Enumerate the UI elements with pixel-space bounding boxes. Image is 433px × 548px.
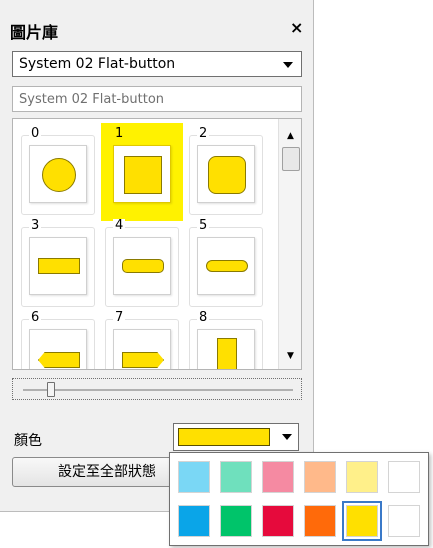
color-swatch[interactable] xyxy=(220,505,252,537)
scroll-up-icon[interactable]: ▲ xyxy=(287,131,294,141)
gallery-item-preview xyxy=(197,329,255,369)
gallery-item-label: 5 xyxy=(197,218,210,233)
gallery-item-7[interactable]: 7 xyxy=(105,310,179,369)
gallery-item-3[interactable]: 3 xyxy=(21,219,95,307)
chevron-down-icon xyxy=(282,434,292,440)
color-swatch[interactable] xyxy=(304,505,336,537)
color-grid xyxy=(178,461,422,541)
gallery-item-preview xyxy=(113,237,171,295)
rectangle-shape-icon xyxy=(38,258,80,274)
rounded-rectangle-shape-icon xyxy=(122,259,164,273)
chevron-down-icon xyxy=(283,62,293,68)
close-button[interactable]: × xyxy=(290,18,303,37)
color-swatch[interactable] xyxy=(262,461,294,493)
gallery-scrollbar[interactable]: ▲ ▼ xyxy=(278,119,301,369)
library-name-field[interactable]: System 02 Flat-button xyxy=(12,86,302,112)
gallery-item-5[interactable]: 5 xyxy=(189,219,263,307)
gallery-item-preview xyxy=(197,145,255,203)
gallery-item-label: 8 xyxy=(197,310,210,325)
gallery-item-0[interactable]: 0 xyxy=(21,127,95,215)
library-dropdown[interactable]: System 02 Flat-button xyxy=(12,51,302,77)
arrow-right-shape-icon xyxy=(122,352,164,368)
gallery-item-8[interactable]: 8 xyxy=(189,310,263,369)
square-shape-icon xyxy=(124,156,162,194)
color-swatch[interactable] xyxy=(346,461,378,493)
gallery-item-2[interactable]: 2 xyxy=(189,127,263,215)
color-swatch[interactable] xyxy=(178,461,210,493)
gallery-item-label: 4 xyxy=(113,218,126,233)
gallery-item-label: 3 xyxy=(29,218,42,233)
panel-titlebar: 圖片庫 × xyxy=(0,0,314,44)
color-picker-popup xyxy=(169,452,429,546)
color-swatch[interactable] xyxy=(388,461,420,493)
picture-library-panel: 圖片庫 × System 02 Flat-button System 02 Fl… xyxy=(0,0,314,512)
library-dropdown-value: System 02 Flat-button xyxy=(19,56,176,72)
arrow-left-shape-icon xyxy=(38,352,80,368)
gallery-item-preview xyxy=(29,237,87,295)
rounded-square-shape-icon xyxy=(208,156,246,194)
color-swatch[interactable] xyxy=(262,505,294,537)
scroll-down-icon[interactable]: ▼ xyxy=(287,351,294,361)
tall-rectangle-shape-icon xyxy=(217,338,237,369)
scroll-thumb[interactable] xyxy=(282,147,300,171)
slider-track xyxy=(23,389,293,391)
circle-shape-icon xyxy=(42,158,76,192)
color-dropdown[interactable] xyxy=(173,423,299,451)
color-swatch[interactable] xyxy=(388,505,420,537)
color-swatch[interactable] xyxy=(220,461,252,493)
color-swatch[interactable] xyxy=(178,505,210,537)
gallery-item-label: 7 xyxy=(113,310,126,325)
slider-thumb[interactable] xyxy=(47,382,55,397)
gallery-item-label: 1 xyxy=(113,126,126,141)
gallery-item-1[interactable]: 1 xyxy=(101,123,183,221)
gallery-item-label: 6 xyxy=(29,310,42,325)
gallery-item-4[interactable]: 4 xyxy=(105,219,179,307)
current-color-swatch xyxy=(178,428,270,446)
gallery-item-6[interactable]: 6 xyxy=(21,310,95,369)
gallery-item-preview xyxy=(113,329,171,369)
picture-gallery: 0 1 2 3 4 5 6 7 8 ▲ ▼ xyxy=(12,118,302,370)
color-swatch[interactable] xyxy=(304,461,336,493)
color-label: 顏色 xyxy=(14,433,42,449)
panel-title: 圖片庫 xyxy=(10,23,59,42)
pill-shape-icon xyxy=(206,260,248,272)
gallery-item-preview xyxy=(29,145,87,203)
color-swatch[interactable] xyxy=(342,501,382,541)
gallery-item-preview xyxy=(197,237,255,295)
library-name-value: System 02 Flat-button xyxy=(19,92,165,107)
gallery-item-preview xyxy=(29,329,87,369)
gallery-item-label: 2 xyxy=(197,126,210,141)
gallery-item-label: 0 xyxy=(29,126,42,141)
zoom-slider[interactable] xyxy=(12,378,302,400)
gallery-item-preview xyxy=(113,145,171,203)
